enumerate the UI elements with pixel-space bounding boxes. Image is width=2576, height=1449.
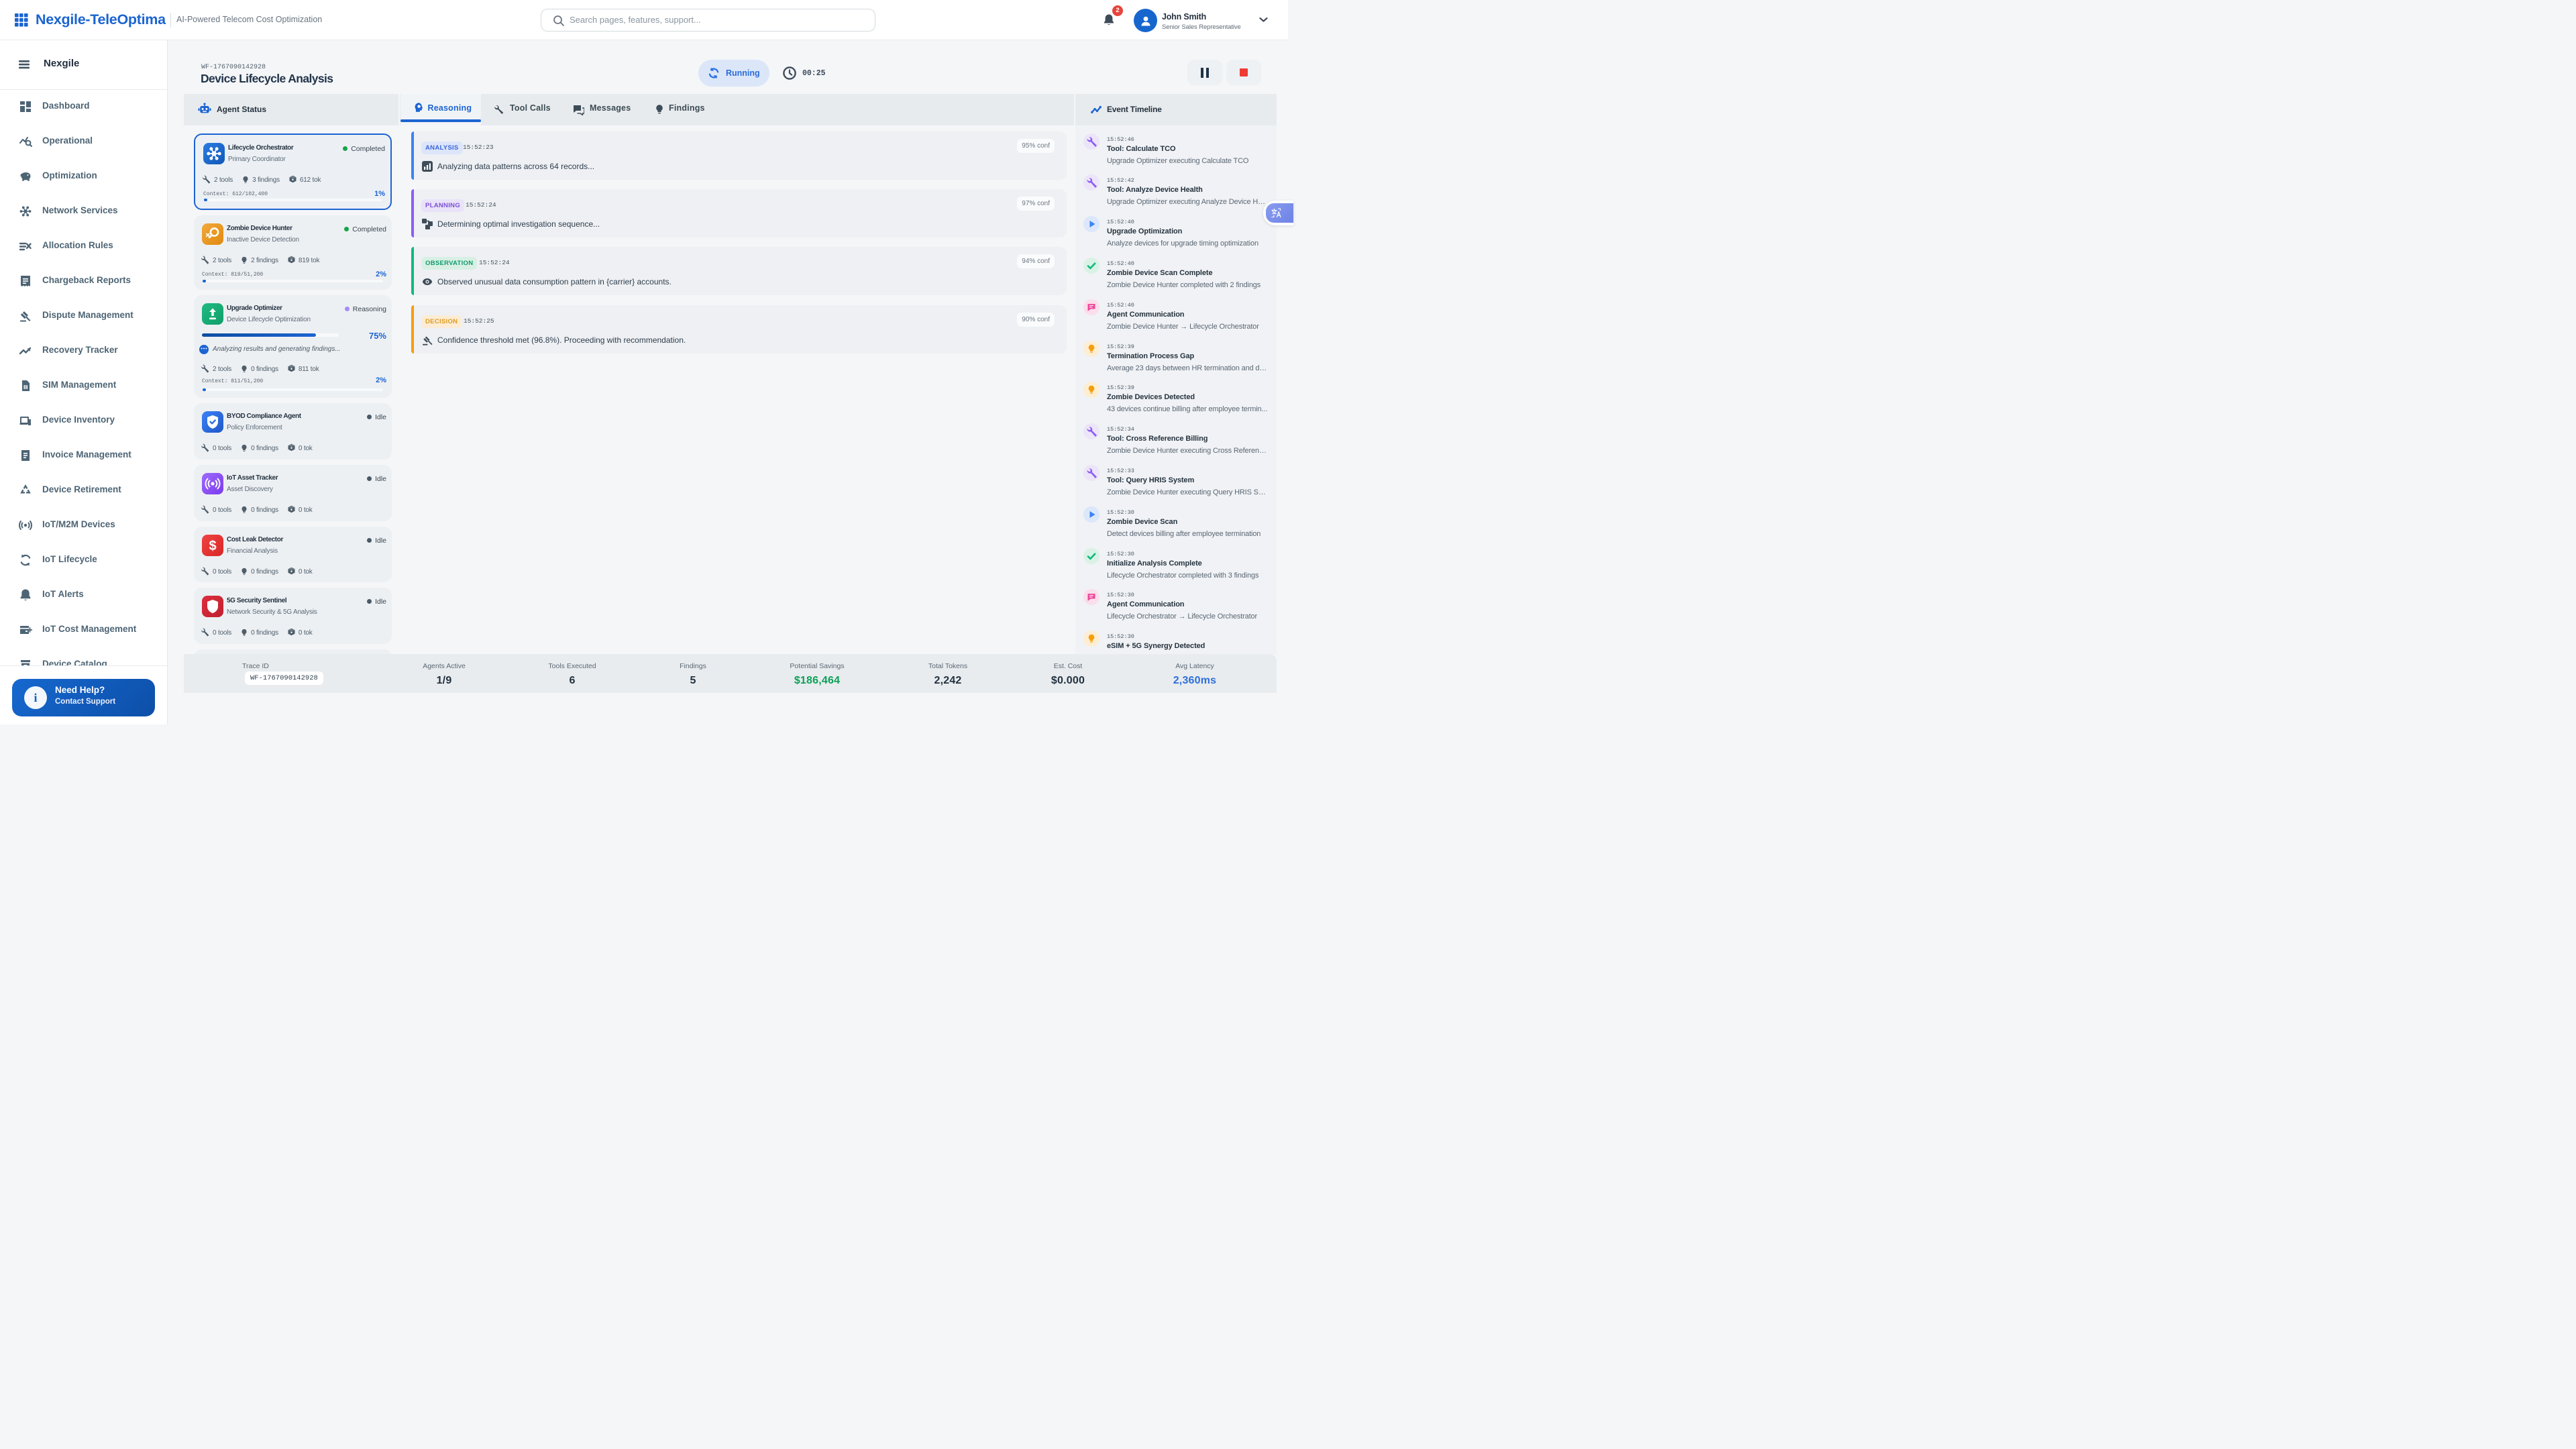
svg-text:$: $: [209, 539, 216, 553]
